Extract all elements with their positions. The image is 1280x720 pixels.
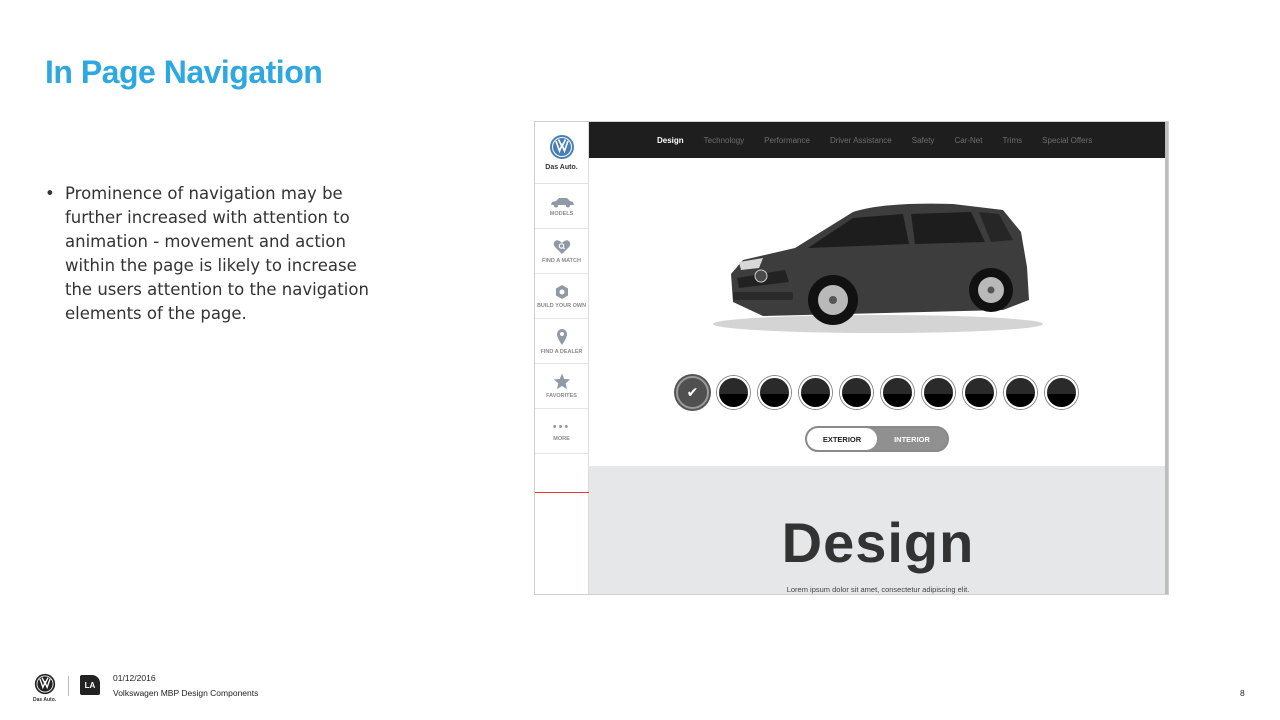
- la-badge: LA: [80, 675, 100, 695]
- car-viewer: ✔ EXTERIOR INTERIOR: [589, 158, 1167, 466]
- color-swatch[interactable]: [717, 376, 750, 409]
- sidebar-item-favorites[interactable]: FAVORITES: [535, 364, 588, 409]
- footer-date: 01/12/2016: [113, 673, 156, 683]
- color-swatch[interactable]: [1004, 376, 1037, 409]
- color-swatch[interactable]: [922, 376, 955, 409]
- slide-title: In Page Navigation: [45, 54, 323, 90]
- sidebar-brand[interactable]: Das Auto.: [535, 122, 588, 184]
- section-body: Lorem ipsum dolor sit amet, consectetur …: [786, 585, 970, 594]
- sidebar-item-more[interactable]: ••• MORE: [535, 409, 588, 454]
- scrollbar[interactable]: [1165, 122, 1168, 594]
- section-heading: Design: [781, 511, 975, 574]
- bullet-list: • Prominence of navigation may be furthe…: [45, 182, 385, 326]
- toggle-exterior[interactable]: EXTERIOR: [807, 428, 877, 450]
- page-number: 8: [1240, 688, 1245, 698]
- check-icon: ✔: [686, 384, 699, 400]
- design-section: Design Lorem ipsum dolor sit amet, conse…: [589, 466, 1167, 594]
- sidebar-item-label: FIND A DEALER: [540, 348, 583, 355]
- bullet-text: Prominence of navigation may be further …: [65, 184, 369, 323]
- vw-logo-icon: [34, 673, 55, 695]
- bullet-dot: •: [45, 184, 55, 203]
- car-icon: [550, 197, 574, 207]
- vw-sidebar: Das Auto. MODELS FIND A MATCH BUILD YOUR…: [535, 122, 589, 594]
- bullet-item: • Prominence of navigation may be furthe…: [45, 182, 385, 326]
- nav-item-special-offers[interactable]: Special Offers: [1042, 136, 1092, 145]
- star-icon: [553, 373, 570, 390]
- sidebar-item-label: MORE: [553, 435, 570, 442]
- map-pin-icon: [556, 328, 567, 345]
- nav-item-car-net[interactable]: Car-Net: [954, 136, 982, 145]
- nav-item-safety[interactable]: Safety: [912, 136, 935, 145]
- sidebar-item-label: MODELS: [549, 210, 574, 217]
- sidebar-item-find-a-dealer[interactable]: FIND A DEALER: [535, 319, 588, 364]
- sidebar-item-build-your-own[interactable]: BUILD YOUR OWN: [535, 274, 588, 319]
- sidebar-item-label: FIND A MATCH: [542, 257, 581, 264]
- nav-item-trims[interactable]: Trims: [1002, 136, 1022, 145]
- color-swatch-selected[interactable]: ✔: [676, 376, 709, 409]
- nav-item-performance[interactable]: Performance: [764, 136, 810, 145]
- color-swatch[interactable]: [963, 376, 996, 409]
- sidebar-progress-indicator: [535, 492, 589, 493]
- footer-divider: [68, 676, 69, 696]
- sidebar-item-label: BUILD YOUR OWN: [536, 302, 587, 309]
- footer-logo: Das Auto.: [33, 673, 56, 703]
- dots-icon: •••: [552, 420, 571, 433]
- sidebar-item-label: FAVORITES: [546, 393, 577, 399]
- hexagon-icon: [555, 284, 568, 299]
- car-image: [713, 203, 1043, 333]
- footer-title: Volkswagen MBP Design Components: [113, 688, 259, 698]
- nav-item-technology[interactable]: Technology: [704, 136, 744, 145]
- in-page-nav-bar: Design Technology Performance Driver Ass…: [589, 122, 1167, 158]
- color-swatch[interactable]: [840, 376, 873, 409]
- sidebar-item-models[interactable]: MODELS: [535, 184, 588, 229]
- vw-logo-icon: [549, 135, 574, 159]
- sidebar-item-find-a-match[interactable]: FIND A MATCH: [535, 229, 588, 274]
- color-swatch[interactable]: [758, 376, 791, 409]
- color-swatches: ✔: [676, 376, 1086, 409]
- color-swatch[interactable]: [881, 376, 914, 409]
- color-swatch[interactable]: [1045, 376, 1078, 409]
- website-mockup: Das Auto. MODELS FIND A MATCH BUILD YOUR…: [534, 121, 1169, 595]
- color-swatch[interactable]: [799, 376, 832, 409]
- footer-slogan: Das Auto.: [33, 697, 57, 703]
- toggle-interior[interactable]: INTERIOR: [877, 428, 947, 450]
- sidebar-slogan: Das Auto.: [545, 164, 578, 171]
- heart-search-icon: [553, 239, 570, 254]
- nav-item-driver-assistance[interactable]: Driver Assistance: [830, 136, 892, 145]
- nav-item-design[interactable]: Design: [657, 136, 684, 145]
- exterior-interior-toggle: EXTERIOR INTERIOR: [805, 426, 949, 452]
